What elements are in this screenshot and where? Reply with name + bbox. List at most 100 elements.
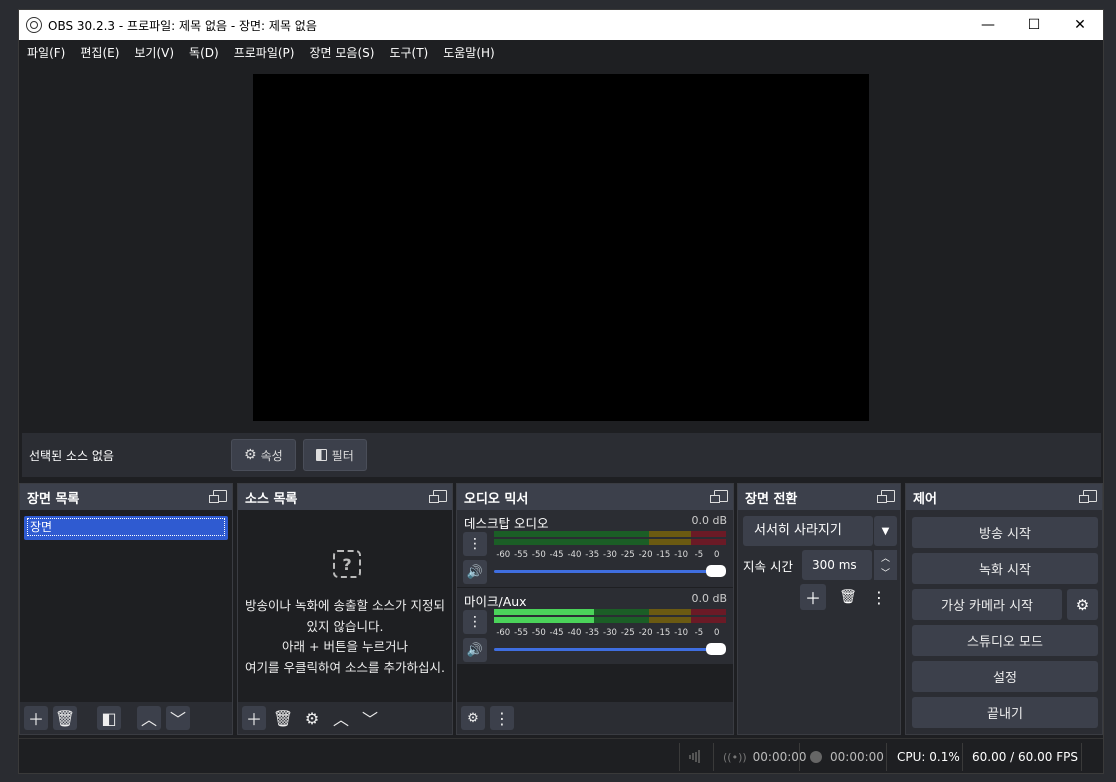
record-dot-icon: [810, 751, 822, 763]
record-status: 00:00:00: [810, 750, 884, 764]
meter-tick-label: -25: [620, 550, 635, 560]
slider-knob[interactable]: [706, 565, 726, 577]
maximize-button[interactable]: ☐: [1011, 10, 1057, 40]
undock-icon[interactable]: [877, 490, 895, 503]
add-icon[interactable]: ＋: [242, 706, 266, 730]
mixer-title: 오디오 믹서: [464, 491, 529, 507]
meter-tick-label: -45: [549, 550, 564, 560]
filters-button[interactable]: 필터: [302, 439, 367, 471]
menu-tools[interactable]: 도구(T): [389, 44, 428, 61]
scenes-header: 장면 목록: [20, 484, 232, 510]
settings-button[interactable]: 설정: [912, 661, 1098, 692]
hint-line: 방송이나 녹화에 송출할 소스가 지정되: [245, 598, 445, 613]
kebab-menu-icon[interactable]: ⋮: [463, 532, 487, 556]
close-button[interactable]: ✕: [1057, 10, 1103, 40]
meter-tick-label: -15: [656, 550, 671, 560]
studio-mode-button[interactable]: 스튜디오 모드: [912, 625, 1098, 656]
minimize-button[interactable]: —: [965, 10, 1011, 40]
meter-tick-label: 0: [714, 550, 720, 560]
transitions-header: 장면 전환: [738, 484, 900, 510]
volume-slider[interactable]: [494, 643, 726, 655]
meter-tick-label: -50: [531, 628, 546, 638]
divider: [679, 743, 680, 771]
filters-label: 필터: [331, 448, 354, 463]
scenes-title: 장면 목록: [27, 491, 80, 507]
trash-icon[interactable]: 🗑: [53, 706, 77, 730]
volume-meter: [494, 539, 726, 545]
filter-icon[interactable]: ◧: [97, 706, 121, 730]
meter-tick-label: -40: [567, 628, 582, 638]
volume-slider[interactable]: [494, 565, 726, 577]
add-icon[interactable]: ＋: [24, 706, 48, 730]
menu-help[interactable]: 도움말(H): [443, 44, 495, 61]
question-icon: ?: [333, 550, 361, 578]
chevron-down-icon[interactable]: ﹀: [874, 565, 897, 580]
preview-canvas[interactable]: [253, 74, 869, 421]
signal-bars-icon: [689, 750, 700, 763]
sources-list[interactable]: ? 방송이나 녹화에 송출할 소스가 지정되 있지 않습니다. 아래 + 버튼을…: [238, 510, 452, 702]
chevron-up-icon[interactable]: ︿: [137, 706, 161, 730]
chevron-down-icon[interactable]: ﹀: [166, 706, 190, 730]
scenes-list[interactable]: 장면: [20, 510, 232, 702]
meter-tick-label: -30: [603, 628, 617, 638]
gear-icon[interactable]: ⚙: [461, 706, 485, 730]
transition-select[interactable]: 서서히 사라지기: [743, 516, 873, 546]
mixer-toolbar: ⚙ ⋮: [457, 702, 733, 734]
track-db: 0.0 dB: [691, 514, 727, 527]
stream-status: ((•)) 00:00:00: [723, 750, 807, 764]
filter-icon: [315, 449, 327, 461]
trash-icon[interactable]: 🗑: [835, 584, 861, 610]
undock-icon[interactable]: [710, 490, 728, 503]
meter-tick-label: -10: [674, 628, 689, 638]
volume-meter: [494, 609, 726, 615]
chevron-up-icon[interactable]: ︿: [874, 550, 897, 565]
mixer-list: 데스크탑 오디오 0.0 dB ⋮ -60 -55 -50 -45 -40 -35 -30-…: [457, 510, 733, 702]
chevron-down-icon[interactable]: ﹀: [358, 706, 382, 730]
menu-edit[interactable]: 편집(E): [80, 44, 119, 61]
duration-spinbox[interactable]: 300 ms: [802, 550, 872, 580]
kebab-menu-icon[interactable]: ⋮: [869, 584, 889, 610]
meter-tick-label: -50: [531, 550, 546, 560]
meter-tick-label: -45: [549, 628, 564, 638]
start-virtual-camera-button[interactable]: 가상 카메라 시작: [912, 589, 1062, 620]
undock-icon[interactable]: [1079, 490, 1097, 503]
speaker-icon[interactable]: 🔊: [463, 638, 487, 662]
divider: [713, 743, 714, 771]
gear-icon[interactable]: ⚙: [300, 706, 324, 730]
menu-docks[interactable]: 독(D): [189, 44, 219, 61]
scenes-dock: 장면 목록 장면 ＋ 🗑 ◧ ︿ ﹀: [19, 483, 233, 735]
speaker-icon[interactable]: 🔊: [463, 560, 487, 584]
transitions-dock: 장면 전환 서서히 사라지기 ▼ 지속 시간 300 ms ︿ ﹀ ＋ 🗑 ⋮: [737, 483, 901, 735]
undock-icon[interactable]: [209, 490, 227, 503]
mixer-header: 오디오 믹서: [457, 484, 733, 510]
slider-knob[interactable]: [706, 643, 726, 655]
undock-icon[interactable]: [429, 490, 447, 503]
exit-button[interactable]: 끝내기: [912, 697, 1098, 728]
meter-ticks: -60 -55 -50 -45 -40 -35 -30 -25 -20 -15 -10 -5 0: [494, 628, 726, 638]
kebab-menu-icon[interactable]: ⋮: [490, 706, 514, 730]
trash-icon[interactable]: 🗑: [271, 706, 295, 730]
dropdown-arrow-icon[interactable]: ▼: [874, 516, 897, 546]
start-recording-button[interactable]: 녹화 시작: [912, 553, 1098, 584]
chevron-up-icon[interactable]: ︿: [329, 706, 353, 730]
track-name: 마이크/Aux: [464, 594, 527, 609]
gear-icon: ⚙: [244, 447, 257, 463]
start-streaming-button[interactable]: 방송 시작: [912, 517, 1098, 548]
controls-dock: 제어 방송 시작 녹화 시작 가상 카메라 시작 ⚙ 스튜디오 모드 설정 끝내…: [905, 483, 1103, 735]
menu-view[interactable]: 보기(V): [134, 44, 174, 61]
menu-file[interactable]: 파일(F): [27, 44, 65, 61]
menu-profile[interactable]: 프로파일(P): [234, 44, 295, 61]
add-icon[interactable]: ＋: [800, 584, 826, 610]
track-db: 0.0 dB: [691, 592, 727, 605]
menu-scene-collection[interactable]: 장면 모음(S): [309, 44, 374, 61]
meter-tick-label: -5: [694, 628, 704, 638]
properties-button[interactable]: ⚙ 속성: [231, 439, 296, 471]
meter-tick-label: -35: [585, 550, 600, 560]
meter-tick-label: -55: [514, 550, 529, 560]
meter-ticks: -60 -55 -50 -45 -40 -35 -30 -25 -20 -15 -10 -5 0: [494, 550, 726, 560]
gear-icon[interactable]: ⚙: [1067, 589, 1098, 620]
kebab-menu-icon[interactable]: ⋮: [463, 610, 487, 634]
divider: [886, 743, 887, 771]
audio-mixer-dock: 오디오 믹서 데스크탑 오디오 0.0 dB ⋮ -60 -55 -50 -45 -40…: [456, 483, 734, 735]
list-item[interactable]: 장면: [24, 516, 228, 540]
